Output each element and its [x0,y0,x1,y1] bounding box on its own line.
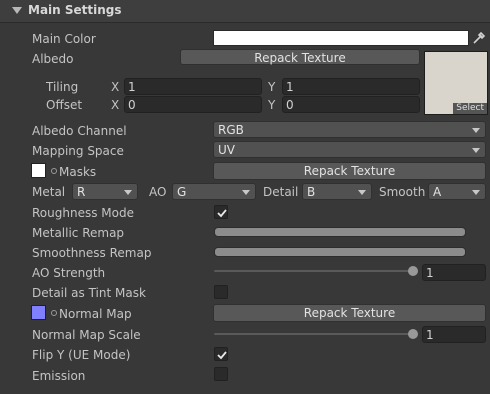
normal-scale-label: Normal Map Scale [32,328,141,342]
smooth-channel-dropdown[interactable]: A [428,183,486,200]
albedo-texture-slot[interactable]: Select [424,51,488,115]
albedo-channel-label: Albedo Channel [32,124,127,138]
normal-map-label: Normal Map [59,307,132,321]
normal-map-repack-button[interactable]: Repack Texture [213,304,486,322]
foldout-arrow-icon[interactable] [12,7,22,14]
albedo-channel-dropdown[interactable]: RGB [213,121,486,138]
main-color-label: Main Color [32,32,96,46]
chevron-down-icon [472,190,480,195]
normal-scale-slider-thumb[interactable] [408,329,418,339]
albedo-channel-value: RGB [218,123,244,137]
checkmark-icon [217,351,227,360]
roughness-mode-checkbox[interactable] [214,205,228,219]
mapping-space-dropdown[interactable]: UV [213,141,486,158]
tiling-label: Tiling [46,80,79,94]
ao-channel-dropdown[interactable]: G [172,183,256,200]
texture-select-button[interactable]: Select [453,103,487,114]
detail-tint-checkbox[interactable] [214,285,228,299]
ao-strength-slider-thumb[interactable] [408,266,418,276]
tiling-x-input[interactable]: 1 [124,78,262,95]
tiling-y-input[interactable]: 1 [282,78,420,95]
mapping-space-value: UV [218,143,235,157]
detail-channel-value: B [307,185,316,199]
offset-y-input[interactable]: 0 [282,96,420,113]
chevron-down-icon [358,190,366,195]
albedo-repack-button[interactable]: Repack Texture [180,49,420,65]
ao-strength-input[interactable]: 1 [422,264,486,281]
emission-checkbox[interactable] [214,367,228,381]
emission-label: Emission [32,369,86,383]
roughness-mode-label: Roughness Mode [32,206,134,220]
chevron-down-icon [124,190,132,195]
object-picker-icon[interactable] [51,310,57,316]
masks-label: Masks [59,165,97,179]
metallic-remap-slider[interactable] [214,227,466,237]
chevron-down-icon [242,190,250,195]
tiling-y-label: Y [268,80,276,94]
metallic-remap-label: Metallic Remap [32,226,125,240]
smooth-channel-value: A [433,185,442,199]
ao-strength-slider-track[interactable] [214,270,414,272]
main-color-field[interactable] [213,30,469,46]
metal-label: Metal [32,185,66,199]
ao-channel-value: G [177,185,187,199]
ao-strength-label: AO Strength [32,266,106,280]
detail-label: Detail [263,185,299,199]
smoothness-remap-label: Smoothness Remap [32,246,152,260]
normal-map-texture-slot[interactable] [31,305,46,320]
ao-label: AO [149,185,167,199]
albedo-label: Albedo [32,52,74,66]
chevron-down-icon [472,148,480,153]
flip-y-checkbox[interactable] [214,347,228,361]
detail-tint-label: Detail as Tint Mask [32,286,146,300]
smooth-label: Smooth [379,185,426,199]
offset-x-input[interactable]: 0 [124,96,262,113]
masks-repack-button[interactable]: Repack Texture [213,162,486,180]
section-title: Main Settings [28,3,122,17]
eyedropper-icon[interactable] [471,30,486,46]
masks-texture-slot[interactable] [31,163,46,178]
mapping-space-label: Mapping Space [32,144,124,158]
tiling-x-label: X [111,80,120,94]
metal-channel-dropdown[interactable]: R [72,183,138,200]
metal-channel-value: R [77,185,86,199]
offset-x-label: X [111,98,120,112]
normal-scale-input[interactable]: 1 [422,326,486,343]
object-picker-icon[interactable] [51,168,57,174]
offset-y-label: Y [268,98,276,112]
checkmark-icon [217,209,227,218]
chevron-down-icon [472,128,480,133]
smoothness-remap-slider[interactable] [214,247,466,257]
flip-y-label: Flip Y (UE Mode) [32,348,131,362]
section-header[interactable]: Main Settings [0,0,490,23]
offset-label: Offset [46,98,83,112]
normal-scale-slider-track[interactable] [214,333,414,335]
detail-channel-dropdown[interactable]: B [302,183,372,200]
